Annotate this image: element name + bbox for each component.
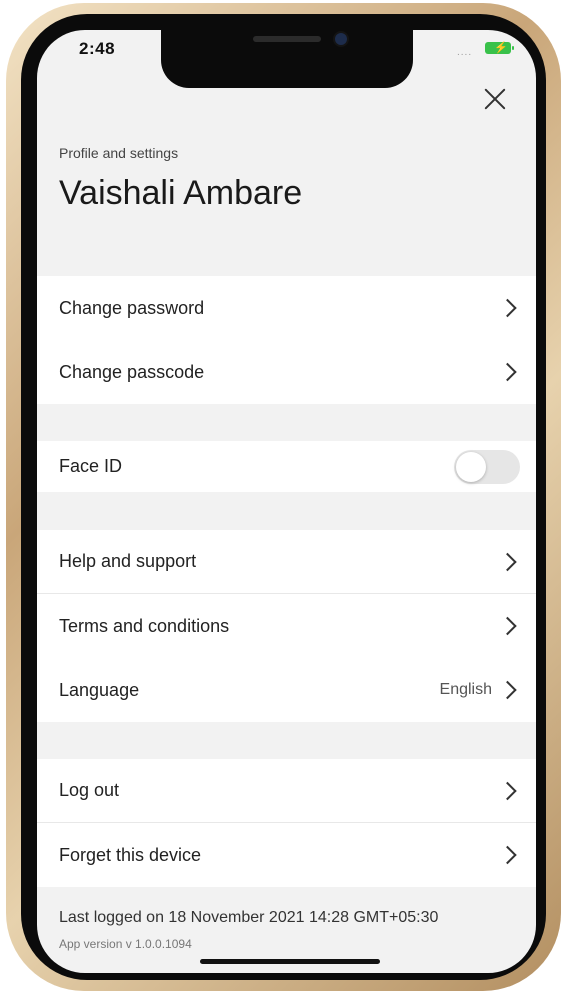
change-passcode-row[interactable]: Change passcode xyxy=(37,340,536,404)
status-time: 2:48 xyxy=(79,39,116,58)
change-passcode-label: Change passcode xyxy=(59,361,205,382)
home-indicator[interactable] xyxy=(200,959,380,964)
support-group: Help and support Terms and conditions La… xyxy=(37,530,536,722)
language-value: English xyxy=(439,681,492,698)
face-id-row: Face ID xyxy=(37,441,536,492)
chevron-right-icon xyxy=(498,616,517,636)
forget-device-row[interactable]: Forget this device xyxy=(37,823,536,887)
user-name: Vaishali Ambare xyxy=(59,174,303,212)
signal-icon: .... xyxy=(457,47,473,58)
account-group: Log out Forget this device xyxy=(37,759,536,887)
help-support-label: Help and support xyxy=(59,551,197,571)
front-camera xyxy=(335,33,347,45)
terms-row[interactable]: Terms and conditions xyxy=(37,594,536,658)
chevron-right-icon xyxy=(498,552,517,571)
charging-bolt-icon: ⚡ xyxy=(494,42,508,54)
toggle-knob xyxy=(456,451,486,482)
battery-icon: ⚡ xyxy=(485,42,514,54)
language-label: Language xyxy=(59,679,140,700)
log-out-label: Log out xyxy=(59,780,120,800)
change-password-row[interactable]: Change password xyxy=(37,276,536,340)
app-version-text: App version v 1.0.0.1094 xyxy=(59,937,192,951)
face-id-label: Face ID xyxy=(59,456,123,476)
close-icon[interactable] xyxy=(477,81,513,117)
chevron-right-icon xyxy=(498,781,517,800)
chevron-right-icon xyxy=(498,362,517,382)
terms-label: Terms and conditions xyxy=(59,615,230,636)
chevron-right-icon xyxy=(498,845,517,865)
notch xyxy=(161,30,413,88)
language-row[interactable]: Language English xyxy=(37,658,536,722)
screen: 2:48 .... ⚡ Profile and settings Vaishal… xyxy=(37,30,536,973)
help-support-row[interactable]: Help and support xyxy=(37,530,536,594)
chevron-right-icon xyxy=(498,298,517,318)
chevron-right-icon xyxy=(498,680,517,700)
change-password-label: Change password xyxy=(59,297,205,318)
log-out-row[interactable]: Log out xyxy=(37,759,536,823)
forget-device-label: Forget this device xyxy=(59,844,202,865)
speaker-grille xyxy=(253,36,321,42)
last-logged-text: Last logged on 18 November 2021 14:28 GM… xyxy=(59,909,439,926)
security-group: Change password Change passcode xyxy=(37,276,536,404)
face-id-toggle[interactable] xyxy=(454,449,520,484)
biometrics-group: Face ID xyxy=(37,441,536,492)
page-caption: Profile and settings xyxy=(59,145,179,161)
